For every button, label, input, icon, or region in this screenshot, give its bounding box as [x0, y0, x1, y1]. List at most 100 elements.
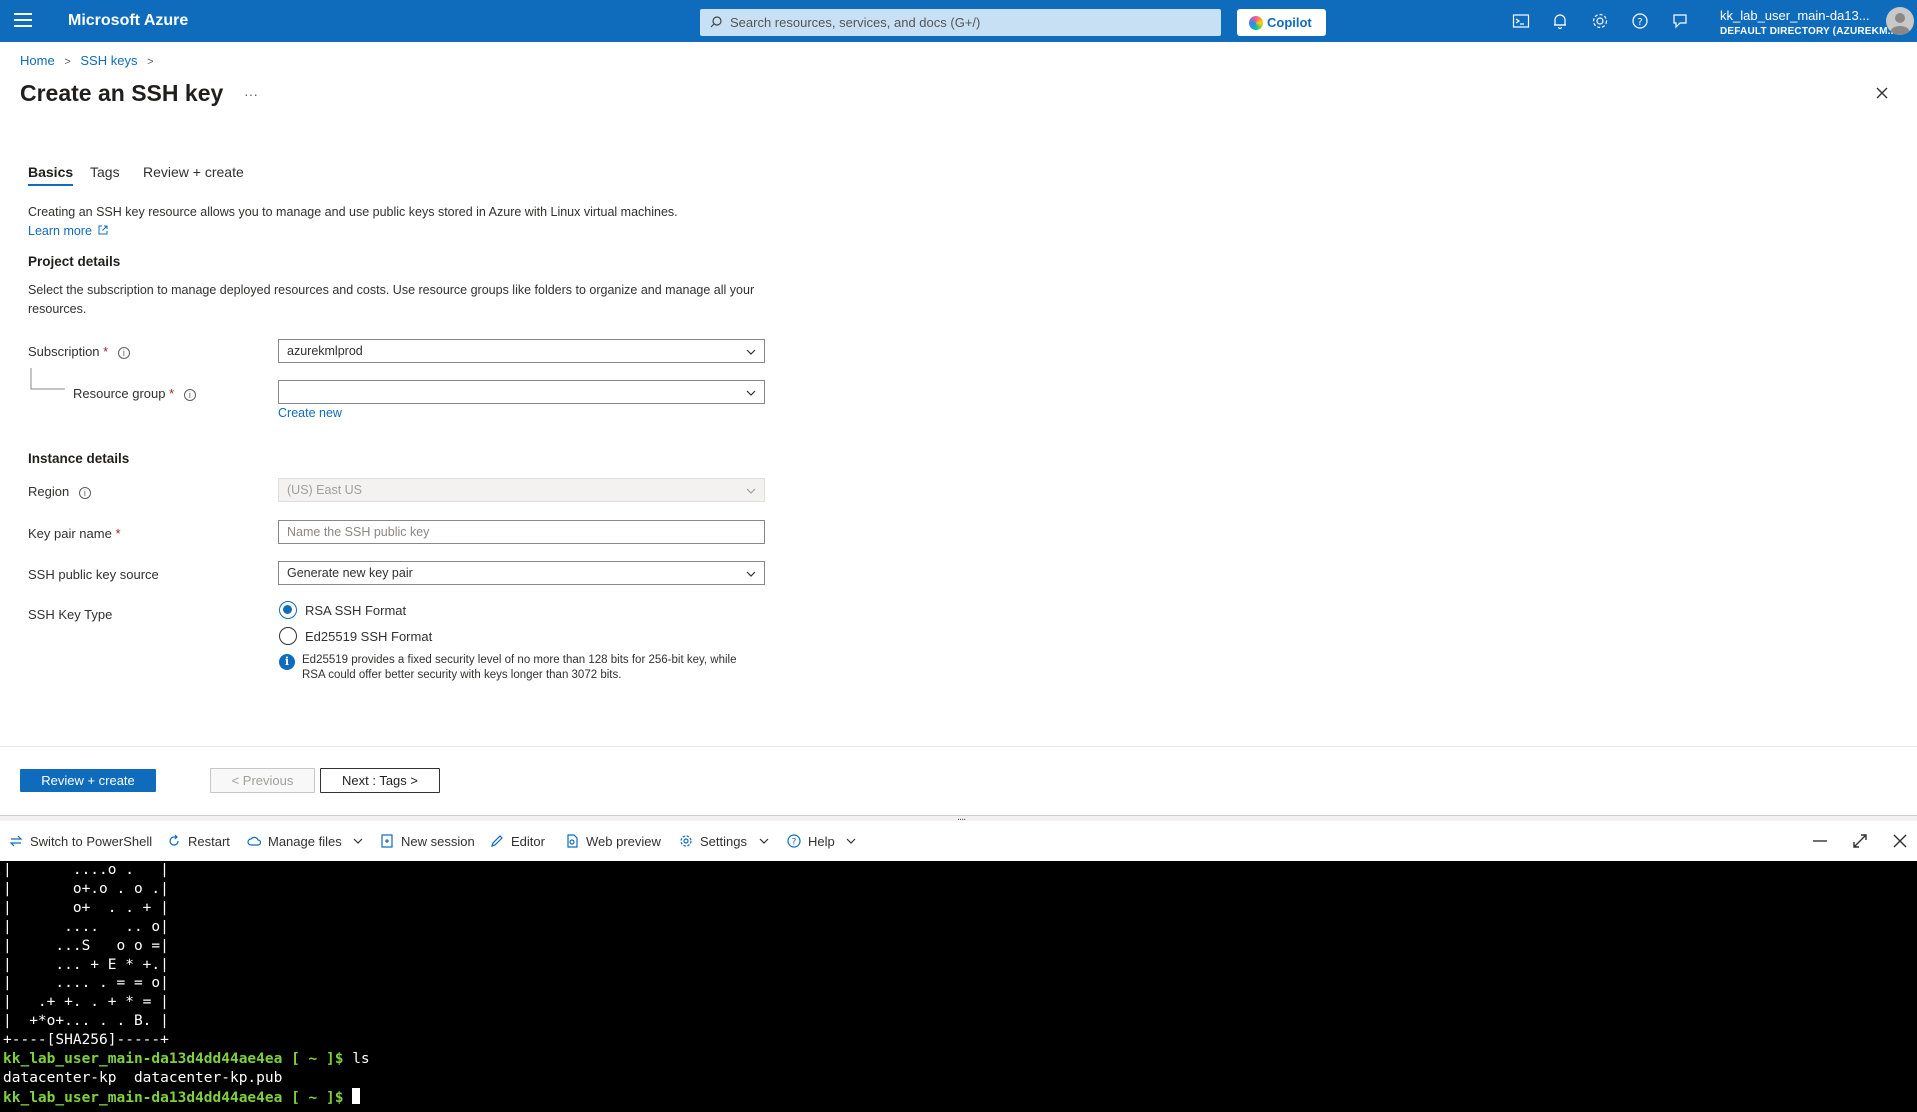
- chevron-down-icon: [746, 390, 756, 396]
- tab-review-create[interactable]: Review + create: [143, 164, 244, 186]
- user-directory: DEFAULT DIRECTORY (AZUREKM...: [1720, 26, 1897, 37]
- global-search-input[interactable]: Search resources, services, and docs (G+…: [700, 9, 1221, 36]
- info-icon[interactable]: i: [183, 388, 196, 401]
- subscription-label-text: Subscription: [28, 344, 100, 359]
- subscription-value: azurekmlprod: [287, 344, 363, 358]
- web-preview-icon: [567, 834, 578, 848]
- breadcrumb: Home > SSH keys >: [20, 53, 154, 68]
- manage-files-label: Manage files: [268, 834, 342, 849]
- close-shell-icon[interactable]: [1890, 831, 1910, 851]
- terminal-line: | o+ . . + |: [3, 899, 169, 916]
- pencil-icon: [491, 835, 503, 847]
- restart-button[interactable]: Restart: [167, 834, 230, 849]
- terminal-line: datacenter-kp datacenter-kp.pub: [3, 1069, 283, 1086]
- maximize-icon[interactable]: [1850, 831, 1870, 851]
- info-icon[interactable]: i: [78, 486, 91, 499]
- ssh-key-source-dropdown[interactable]: Generate new key pair: [278, 561, 765, 585]
- key-pair-name-placeholder: Name the SSH public key: [287, 525, 430, 539]
- copilot-button[interactable]: Copilot: [1237, 9, 1326, 36]
- help-icon: ?: [787, 834, 801, 848]
- resource-group-dropdown[interactable]: [278, 380, 765, 404]
- create-new-link[interactable]: Create new: [278, 406, 342, 420]
- subscription-dropdown[interactable]: azurekmlprod: [278, 339, 765, 363]
- rsa-format-label[interactable]: RSA SSH Format: [305, 603, 406, 618]
- editor-button[interactable]: Editor: [490, 834, 545, 849]
- close-icon[interactable]: [1875, 86, 1889, 100]
- learn-more-link[interactable]: Learn more: [28, 224, 92, 238]
- search-placeholder: Search resources, services, and docs (G+…: [730, 15, 981, 30]
- previous-button: < Previous: [210, 768, 315, 793]
- svg-text:?: ?: [1637, 17, 1642, 28]
- rsa-format-radio[interactable]: [279, 601, 297, 619]
- terminal-line: | ....o . |: [3, 862, 169, 878]
- notifications-bell-icon[interactable]: [1551, 12, 1569, 30]
- chevron-down-icon: [846, 838, 856, 844]
- ssh-key-source-value: Generate new key pair: [287, 566, 413, 580]
- ed25519-format-label[interactable]: Ed25519 SSH Format: [305, 629, 432, 644]
- cloud-shell-toolbar: Switch to PowerShell Restart Manage file…: [0, 821, 1917, 861]
- key-type-note: Ed25519 provides a fixed security level …: [302, 654, 737, 681]
- key-pair-name-input[interactable]: Name the SSH public key: [278, 520, 765, 544]
- key-pair-name-label-text: Key pair name: [28, 526, 112, 541]
- terminal-active-line: kk_lab_user_main-da13d4dd44ae4ea [ ~ ]$: [3, 1087, 1917, 1108]
- breadcrumb-home[interactable]: Home: [20, 53, 55, 68]
- instance-details-heading: Instance details: [28, 451, 130, 466]
- settings-gear-icon[interactable]: [1591, 12, 1609, 30]
- new-session-button[interactable]: New session: [380, 834, 475, 849]
- info-icon[interactable]: i: [117, 346, 130, 359]
- external-link-icon: [98, 225, 108, 235]
- ssh-key-type-label: SSH Key Type: [28, 607, 113, 622]
- region-label: Region i: [28, 484, 91, 499]
- feedback-icon[interactable]: [1671, 12, 1689, 30]
- switch-arrows-icon: [9, 835, 23, 847]
- help-label: Help: [808, 834, 835, 849]
- cloud-shell-icon[interactable]: [1512, 12, 1530, 30]
- chevron-down-icon: [746, 488, 756, 494]
- review-create-button[interactable]: Review + create: [20, 769, 156, 792]
- help-question-icon[interactable]: ?: [1631, 12, 1649, 30]
- terminal-line: | ...S o o =|: [3, 937, 169, 954]
- terminal-cursor: [352, 1087, 361, 1104]
- required-asterisk: *: [169, 386, 175, 401]
- region-label-text: Region: [28, 484, 70, 499]
- manage-files-button[interactable]: Manage files: [247, 834, 363, 849]
- more-options-button[interactable]: ···: [244, 86, 258, 102]
- avatar-person-icon: [1890, 13, 1910, 35]
- copilot-icon: [1249, 16, 1263, 30]
- minimize-icon[interactable]: [1810, 831, 1830, 851]
- breadcrumb-ssh-keys[interactable]: SSH keys: [80, 53, 137, 68]
- hamburger-menu-icon[interactable]: [14, 13, 32, 29]
- chevron-right-icon: >: [64, 56, 71, 68]
- web-preview-button[interactable]: Web preview: [565, 834, 661, 849]
- avatar[interactable]: [1886, 7, 1914, 35]
- terminal-line: | .+ +. . + * = |: [3, 994, 169, 1011]
- project-details-description: Select the subscription to manage deploy…: [28, 283, 755, 316]
- help-menu-button[interactable]: ? Help: [787, 834, 856, 849]
- copilot-label: Copilot: [1267, 15, 1312, 30]
- restart-label: Restart: [188, 834, 230, 849]
- chevron-down-icon: [746, 349, 756, 355]
- required-asterisk: *: [115, 526, 121, 541]
- chevron-down-icon: [759, 838, 769, 844]
- azure-brand[interactable]: Microsoft Azure: [68, 12, 188, 30]
- settings-menu-button[interactable]: Settings: [679, 834, 769, 849]
- ed25519-format-radio[interactable]: [279, 627, 297, 645]
- terminal-command-line: kk_lab_user_main-da13d4dd44ae4ea [ ~ ]$ …: [3, 1050, 1917, 1069]
- account-info[interactable]: kk_lab_user_main-da13... DEFAULT DIRECTO…: [1720, 8, 1897, 37]
- ssh-key-source-label: SSH public key source: [28, 567, 159, 582]
- tab-basics[interactable]: Basics: [28, 164, 74, 186]
- terminal-line: | .... . = = o|: [3, 975, 169, 992]
- region-dropdown: (US) East US: [278, 478, 765, 502]
- terminal-line: +----[SHA256]-----+: [3, 1032, 169, 1049]
- terminal-line: | o+.o . o .|: [3, 880, 169, 897]
- tab-tags[interactable]: Tags: [90, 164, 120, 186]
- terminal-output[interactable]: | ....o . | | o+.o . o .| | o+ . . + | | ..…: [0, 861, 1917, 1112]
- next-tags-button[interactable]: Next : Tags >: [320, 768, 440, 793]
- terminal-command: ls: [343, 1051, 370, 1068]
- new-session-label: New session: [401, 834, 475, 849]
- switch-powershell-label: Switch to PowerShell: [30, 834, 153, 849]
- web-preview-label: Web preview: [586, 834, 661, 849]
- svg-text:?: ?: [792, 838, 797, 848]
- project-details-heading: Project details: [28, 254, 121, 269]
- switch-powershell-button[interactable]: Switch to PowerShell: [9, 834, 152, 849]
